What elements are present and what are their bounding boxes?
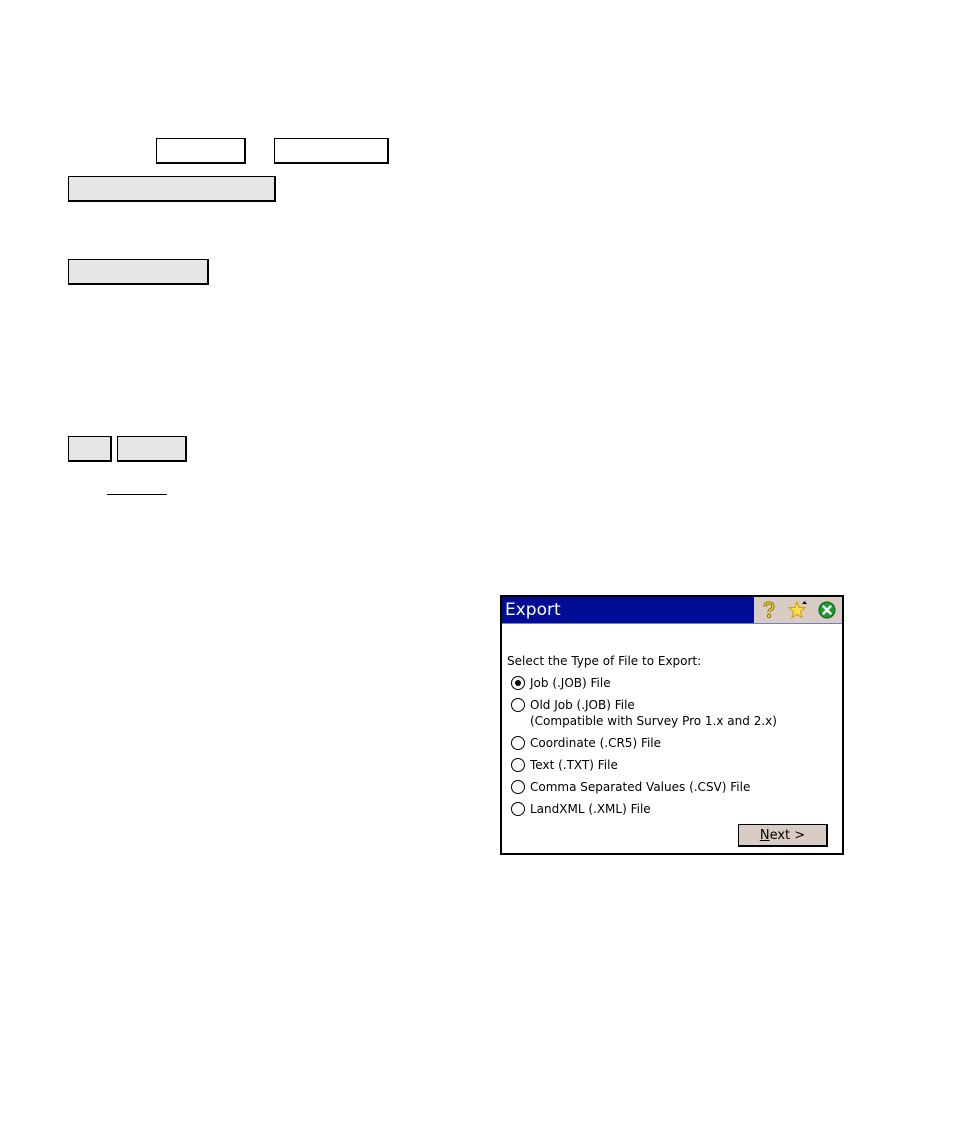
next-label: ext > [769, 827, 806, 843]
radio-option-job[interactable]: Job (.JOB) File [511, 675, 831, 691]
radio-button[interactable] [511, 676, 525, 690]
prompt-label: Select the Type of File to Export: [507, 654, 702, 668]
radio-option-text[interactable]: Text (.TXT) File [511, 757, 831, 773]
blank-field-1 [156, 138, 246, 164]
option-label: Job (.JOB) File [530, 676, 611, 690]
option-label-text: Old Job (.JOB) File [530, 698, 635, 712]
blank-button-3 [68, 436, 112, 462]
next-button[interactable]: Next > [738, 824, 828, 847]
blank-button-1 [68, 176, 276, 202]
option-label: Coordinate (.CR5) File [530, 736, 662, 750]
option-label: Text (.TXT) File [530, 758, 618, 772]
dialog-title: Export [505, 600, 561, 620]
radio-button[interactable] [511, 698, 525, 712]
favorites-star-icon[interactable] [787, 600, 808, 620]
option-label: Old Job (.JOB) File (Compatible with Sur… [530, 697, 777, 729]
radio-button[interactable] [511, 802, 525, 816]
blank-field-2 [274, 138, 389, 164]
radio-option-coordinate[interactable]: Coordinate (.CR5) File [511, 735, 831, 751]
export-dialog: Export Select the Type of File to Export… [500, 595, 844, 855]
help-icon[interactable] [759, 600, 779, 620]
file-type-radio-group: Job (.JOB) File Old Job (.JOB) File (Com… [511, 675, 831, 823]
next-mnemonic: N [759, 827, 770, 843]
blank-button-4 [117, 436, 187, 462]
radio-button[interactable] [511, 758, 525, 772]
blank-underline [107, 494, 167, 495]
radio-option-csv[interactable]: Comma Separated Values (.CSV) File [511, 779, 831, 795]
close-icon[interactable] [817, 600, 837, 620]
blank-button-2 [68, 259, 209, 285]
radio-button[interactable] [511, 736, 525, 750]
option-label: Comma Separated Values (.CSV) File [530, 780, 751, 794]
radio-option-landxml[interactable]: LandXML (.XML) File [511, 801, 831, 817]
radio-option-old-job[interactable]: Old Job (.JOB) File (Compatible with Sur… [511, 697, 831, 729]
option-sublabel: (Compatible with Survey Pro 1.x and 2.x) [530, 714, 777, 728]
title-icon-group [754, 597, 842, 623]
title-bar: Export [502, 597, 842, 624]
option-label: LandXML (.XML) File [530, 802, 651, 816]
radio-button[interactable] [511, 780, 525, 794]
